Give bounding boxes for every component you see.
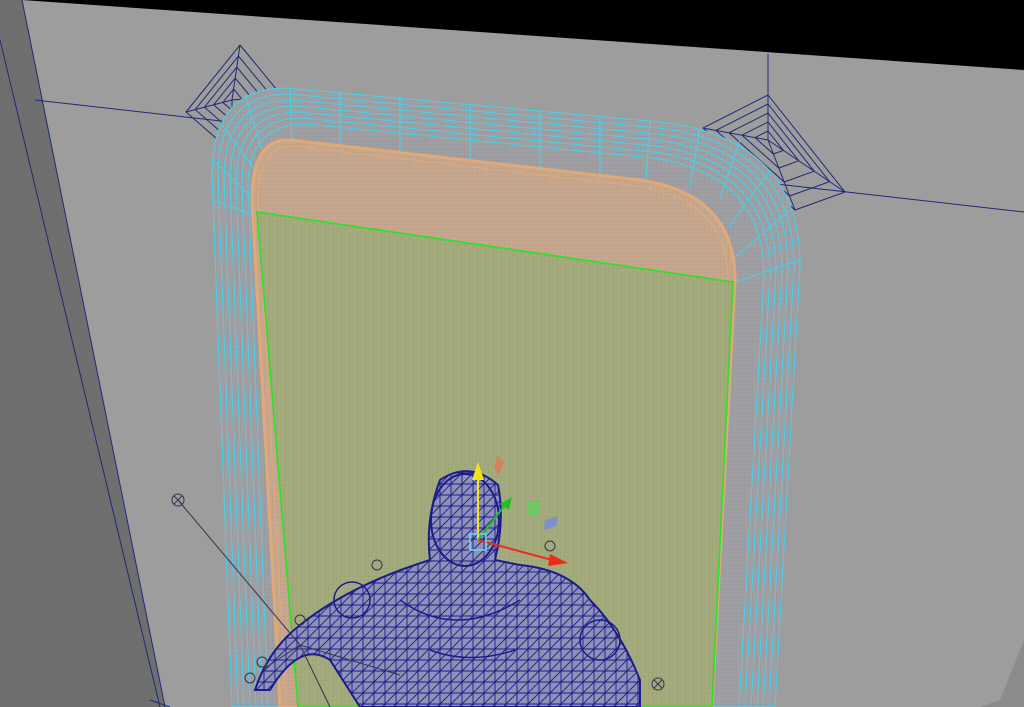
scene-canvas[interactable] bbox=[0, 0, 1024, 707]
gizmo-plane-yz-icon bbox=[528, 500, 540, 516]
3d-viewport[interactable] bbox=[0, 0, 1024, 707]
